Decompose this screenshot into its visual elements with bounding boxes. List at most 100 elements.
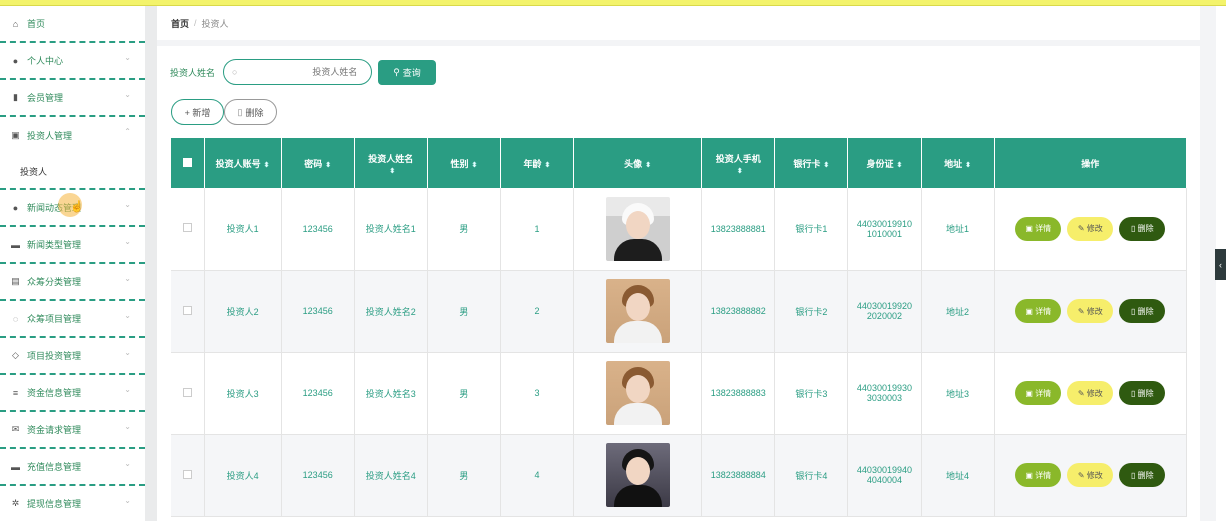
avatar[interactable] xyxy=(605,443,670,507)
clipboard-icon: ▤ xyxy=(11,276,20,286)
chevron-down-icon: ⌄ xyxy=(124,385,131,394)
column-header-account[interactable]: 投资人账号 ⬍ xyxy=(204,138,282,188)
bag-icon: ▬ xyxy=(11,461,20,472)
breadcrumb: 首页 / 投资人 xyxy=(157,6,1200,40)
cell-account: 投资人2 xyxy=(204,270,282,353)
cell-name: 投资人姓名1 xyxy=(354,188,428,271)
column-header-phone[interactable]: 投资人手机 ⬍ xyxy=(701,138,776,188)
row-checkbox[interactable] xyxy=(182,223,192,233)
bell-off-icon: ◇ xyxy=(12,350,19,360)
edit-button[interactable]: ✎ 修改 xyxy=(1067,299,1114,323)
sidebar-item-news[interactable]: ● 新闻动态管理 ⌄ ☝ xyxy=(0,190,145,227)
detail-button[interactable]: ▣ 详情 xyxy=(1015,299,1062,323)
cell-age: 1 xyxy=(500,188,575,271)
query-button[interactable]: ⚲ 查询 xyxy=(378,60,436,85)
batch-delete-button[interactable]: ▯ 删除 xyxy=(224,99,277,125)
search-label: 投资人姓名 xyxy=(170,68,216,78)
column-header-password[interactable]: 密码 ⬍ xyxy=(281,138,355,188)
trash-icon: ▯ xyxy=(237,106,243,117)
select-all-cell xyxy=(171,138,205,188)
sidebar-item-label: 提现信息管理 xyxy=(27,499,82,509)
search-input[interactable] xyxy=(237,67,358,77)
avatar[interactable] xyxy=(605,196,670,261)
cell-idcard: 44030019910 1010001 xyxy=(847,188,922,271)
sidebar-subitem-investor[interactable]: 投资人 xyxy=(0,154,145,190)
avatar[interactable] xyxy=(605,279,670,343)
cell-name: 投资人姓名4 xyxy=(354,434,428,517)
sidebar-item-personal-center[interactable]: ● 个人中心 ⌄ xyxy=(0,43,145,80)
add-button[interactable]: + 新增 xyxy=(171,99,224,125)
power-icon: ◌ xyxy=(12,313,19,324)
delete-button[interactable]: ▯ 删除 xyxy=(1119,299,1166,323)
sidebar-item-news-types[interactable]: ▬ 新闻类型管理 ⌄ xyxy=(0,227,145,264)
chevron-down-icon: ⌄ xyxy=(124,348,131,357)
cell-account: 投资人1 xyxy=(204,188,282,271)
sort-icon: ⬍ xyxy=(736,167,743,175)
sort-icon: ⬍ xyxy=(471,161,478,169)
sidebar-item-label: 新闻类型管理 xyxy=(27,240,82,250)
sidebar-item-label: 项目投资管理 xyxy=(27,351,82,361)
cell-age: 4 xyxy=(500,434,575,517)
select-all-checkbox[interactable] xyxy=(182,157,192,167)
column-header-idcard[interactable]: 身份证 ⬍ xyxy=(847,138,922,188)
edit-button[interactable]: ✎ 修改 xyxy=(1067,216,1114,241)
sidebar-item-label: 首页 xyxy=(27,19,46,29)
row-checkbox[interactable] xyxy=(182,305,192,315)
edit-button[interactable]: ✎ 修改 xyxy=(1067,463,1114,487)
sort-icon: ⬍ xyxy=(263,161,270,169)
sidebar-item-fund-info[interactable]: ≡ 资金信息管理 ⌄ xyxy=(0,375,145,412)
detail-button[interactable]: ▣ 详情 xyxy=(1015,381,1062,405)
avatar[interactable] xyxy=(605,361,670,425)
column-header-avatar[interactable]: 头像 ⬍ xyxy=(573,138,703,188)
search-field[interactable]: ○ xyxy=(223,59,372,85)
sidebar-item-fund-requests[interactable]: ✉ 资金请求管理 ⌄ xyxy=(0,412,145,449)
sidebar-item-label: 众筹分类管理 xyxy=(27,277,82,287)
sidebar-item-recharge[interactable]: ▬ 充值信息管理 ⌄ xyxy=(0,449,145,486)
batch-delete-label: 删除 xyxy=(245,107,264,118)
row-checkbox[interactable] xyxy=(182,469,192,479)
chevron-down-icon: ⌄ xyxy=(124,422,131,431)
cell-phone: 13823888884 xyxy=(701,434,776,517)
collapse-handle-icon[interactable]: ‹ xyxy=(1215,249,1226,280)
row-checkbox[interactable] xyxy=(182,387,192,397)
sidebar-item-members[interactable]: ▮ 会员管理 ⌄ xyxy=(0,80,145,117)
sidebar-item-label: 充值信息管理 xyxy=(27,462,82,472)
detail-button[interactable]: ▣ 详情 xyxy=(1015,463,1062,487)
column-header-name[interactable]: 投资人姓名 ⬍ xyxy=(354,138,428,188)
sidebar-item-withdrawals[interactable]: ✲ 提现信息管理 ⌄ xyxy=(0,486,145,521)
chevron-up-icon: ⌃ xyxy=(124,127,131,136)
cell-address: 地址1 xyxy=(921,188,995,271)
delete-button[interactable]: ▯ 删除 xyxy=(1119,463,1166,487)
mail-icon: ✉ xyxy=(11,424,20,434)
query-button-label: 查询 xyxy=(402,68,421,78)
delete-button[interactable]: ▯ 删除 xyxy=(1119,216,1166,241)
home-icon: ⌂ xyxy=(12,18,19,29)
sidebar-item-project-investment[interactable]: ◇ 项目投资管理 ⌄ xyxy=(0,338,145,375)
sidebar-item-investors[interactable]: ▣ 投资人管理 ⌃ xyxy=(0,117,145,154)
table-row: 投资人3 123456 投资人姓名3 男 3 13823888883 银行卡3 … xyxy=(171,352,1188,435)
sidebar-item-label: 资金信息管理 xyxy=(27,388,82,398)
column-header-gender[interactable]: 性别 ⬍ xyxy=(427,138,501,188)
cell-age: 2 xyxy=(500,270,575,353)
list-icon: ≡ xyxy=(12,387,19,398)
sidebar-item-label: 投资人管理 xyxy=(27,131,73,141)
delete-button[interactable]: ▯ 删除 xyxy=(1119,381,1166,405)
sidebar-item-label: 资金请求管理 xyxy=(27,425,82,435)
sidebar-item-crowdfunding-projects[interactable]: ◌ 众筹项目管理 ⌄ xyxy=(0,301,145,338)
content-panel: 投资人姓名 ○ ⚲ 查询 + 新增 ▯ 删除 投资人账号⬍ 密码⬍ 投资人姓名⬍… xyxy=(157,46,1200,521)
sidebar-item-crowdfunding-categories[interactable]: ▤ 众筹分类管理 ⌄ xyxy=(0,264,145,301)
column-header-address[interactable]: 地址 ⬍ xyxy=(921,138,995,188)
sidebar-item-home[interactable]: ⌂ 首页 xyxy=(0,6,145,43)
cursor-hand-icon: ☝ xyxy=(70,201,84,213)
breadcrumb-home[interactable]: 首页 xyxy=(171,17,189,30)
sidebar-item-label: 众筹项目管理 xyxy=(27,314,82,324)
cell-gender: 男 xyxy=(427,270,501,353)
user-icon: ● xyxy=(12,202,19,213)
detail-button[interactable]: ▣ 详情 xyxy=(1015,216,1062,241)
sort-icon: ⬍ xyxy=(325,161,332,169)
column-header-age[interactable]: 年龄 ⬍ xyxy=(500,138,575,188)
column-header-bank[interactable]: 银行卡 ⬍ xyxy=(774,138,849,188)
edit-button[interactable]: ✎ 修改 xyxy=(1067,381,1114,405)
sort-icon: ⬍ xyxy=(896,161,903,169)
cell-bank: 银行卡3 xyxy=(774,352,849,435)
